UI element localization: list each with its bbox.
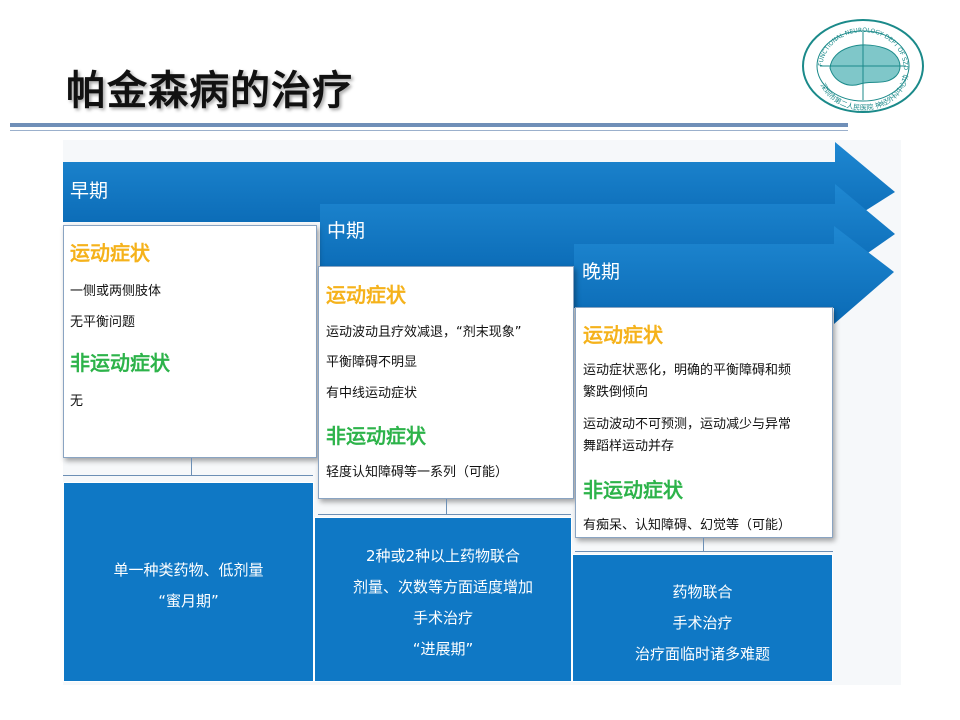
early-symptoms-card: 运动症状 一侧或两侧肢体 无平衡问题 非运动症状 无 bbox=[63, 225, 317, 458]
symptom-item: 平衡障碍不明显 bbox=[326, 355, 418, 370]
symptom-item: 有痴呆、认知障碍、幻觉等（可能） bbox=[583, 518, 792, 533]
nonmotor-symptoms-heading: 非运动症状 bbox=[326, 424, 426, 448]
department-logo: FUNCTIONAL NEUROLOGY DEPT OF SZDH 深圳市第二人… bbox=[800, 18, 924, 113]
motor-symptoms-heading: 运动症状 bbox=[583, 323, 663, 347]
phase-label-late: 晚期 bbox=[582, 261, 621, 283]
symptom-item: 运动症状恶化，明确的平衡障碍和频 bbox=[583, 363, 792, 378]
symptom-item: 舞蹈样运动并存 bbox=[583, 439, 675, 454]
title-underline bbox=[10, 123, 848, 127]
connector-late-h bbox=[575, 551, 833, 552]
symptom-item: 无平衡问题 bbox=[70, 315, 136, 330]
late-treatment-box: 药物联合 手术治疗 治疗面临时诸多难题 bbox=[572, 554, 833, 682]
symptom-item: 繁跌倒倾向 bbox=[583, 385, 649, 400]
phase-label-early: 早期 bbox=[70, 180, 109, 202]
treatment-line: 治疗面临时诸多难题 bbox=[634, 645, 770, 663]
symptom-item: 有中线运动症状 bbox=[326, 386, 418, 401]
connector-late bbox=[703, 538, 704, 551]
symptom-item: 运动波动不可预测，运动减少与异常 bbox=[583, 417, 792, 432]
symptom-item: 轻度认知障碍等一系列（可能） bbox=[326, 465, 509, 480]
symptom-item: 一侧或两侧肢体 bbox=[70, 284, 162, 299]
nonmotor-symptoms-heading: 非运动症状 bbox=[583, 478, 683, 502]
treatment-line: 剂量、次数等方面适度增加 bbox=[352, 578, 533, 596]
treatment-line: 药物联合 bbox=[672, 583, 733, 601]
middle-treatment-box: 2种或2种以上药物联合 剂量、次数等方面适度增加 手术治疗 “进展期” bbox=[314, 517, 572, 682]
connector-early-h bbox=[63, 475, 313, 476]
symptom-item: 运动波动且疗效减退，“剂末现象” bbox=[326, 325, 522, 340]
page-title: 帕金森病的治疗 bbox=[66, 68, 353, 114]
middle-symptoms-card: 运动症状 运动波动且疗效减退，“剂末现象” 平衡障碍不明显 有中线运动症状 非运… bbox=[318, 266, 574, 499]
treatment-line: 手术治疗 bbox=[672, 614, 733, 632]
connector-early bbox=[191, 458, 192, 475]
treatment-line: “蜜月期” bbox=[158, 592, 219, 610]
late-symptoms-card: 运动症状 运动症状恶化，明确的平衡障碍和频 繁跌倒倾向 运动波动不可预测，运动减… bbox=[575, 307, 833, 538]
title-underline-thin bbox=[10, 130, 848, 131]
treatment-line: 手术治疗 bbox=[412, 609, 473, 627]
symptom-item: 无 bbox=[70, 394, 84, 409]
early-treatment-box: 单一种类药物、低剂量 “蜜月期” bbox=[63, 482, 314, 682]
connector-middle bbox=[446, 499, 447, 514]
phase-label-middle: 中期 bbox=[327, 220, 366, 242]
motor-symptoms-heading: 运动症状 bbox=[70, 241, 150, 265]
nonmotor-symptoms-heading: 非运动症状 bbox=[70, 351, 170, 375]
motor-symptoms-heading: 运动症状 bbox=[326, 283, 406, 307]
treatment-line: “进展期” bbox=[412, 640, 474, 658]
connector-middle-h bbox=[318, 514, 571, 515]
treatment-line: 2种或2种以上药物联合 bbox=[365, 547, 521, 565]
treatment-line: 单一种类药物、低剂量 bbox=[113, 561, 264, 579]
